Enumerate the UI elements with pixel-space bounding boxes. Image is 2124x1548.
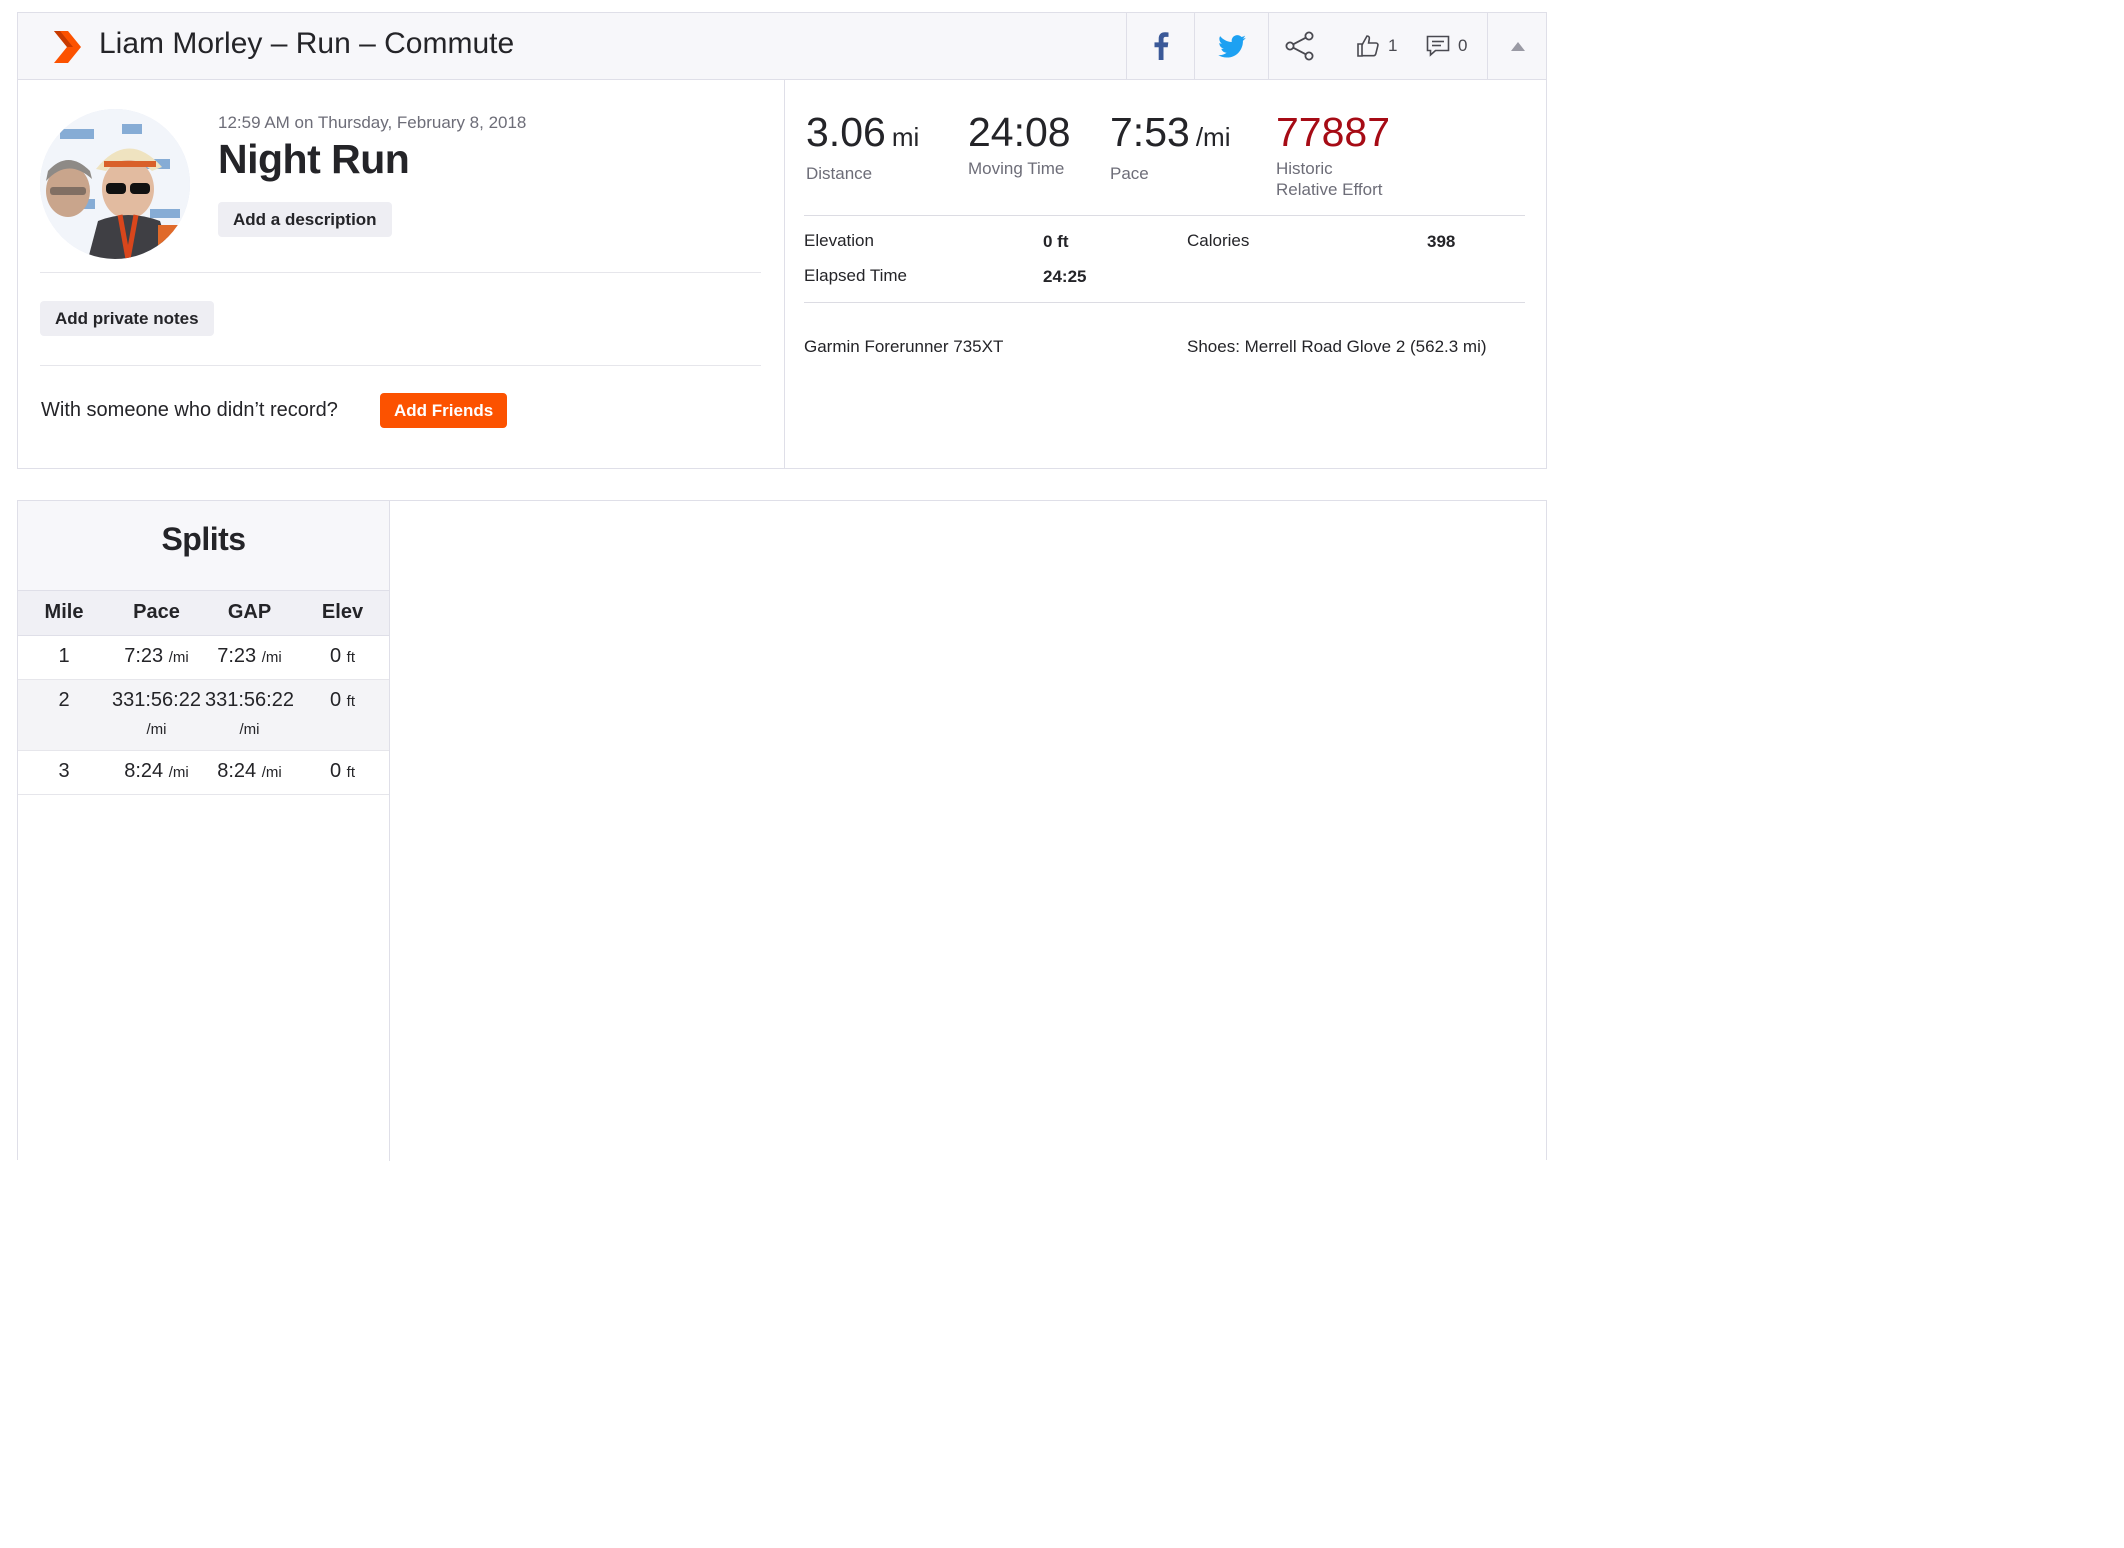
split-pace-value: 331:56:22 <box>112 689 201 711</box>
split-gap: 331:56:22/mi <box>203 686 296 744</box>
caret-up-icon <box>1510 41 1525 51</box>
facebook-share-button[interactable] <box>1126 13 1194 79</box>
collapse-button[interactable] <box>1487 13 1547 79</box>
twitter-share-button[interactable] <box>1194 13 1268 79</box>
comment-icon <box>1426 35 1450 57</box>
relative-effort-label-line2: Relative Effort <box>1276 180 1383 199</box>
shoes-info[interactable]: Shoes: Merrell Road Glove 2 (562.3 mi) <box>1187 337 1487 357</box>
stat-moving-time: 24:08 Moving Time <box>968 109 1071 179</box>
split-elev-value: 0 <box>329 760 342 782</box>
pace-label: Pace <box>1110 164 1149 183</box>
split-elev-value: 0 <box>329 689 342 711</box>
split-pace-unit: /mi <box>168 764 189 781</box>
comments-count: 0 <box>1458 36 1468 55</box>
with-someone-text: With someone who didn’t record? <box>41 399 338 421</box>
header-gap: GAP <box>227 601 272 623</box>
kudos-button[interactable]: 1 <box>1356 13 1397 79</box>
stat-distance: 3.06 mi Distance <box>806 109 919 184</box>
split-row[interactable]: 3 8:24 /mi 8:24 /mi 0 ft <box>18 751 389 795</box>
stat-pace: 7:53/mi Pace <box>1110 109 1230 184</box>
splits-table: Splits Mile Pace GAP Elev 1 7:23 /mi 7:2… <box>18 501 390 1161</box>
split-elev: 0 ft <box>296 686 389 716</box>
split-elev-unit: ft <box>346 649 356 666</box>
header-elev: Elev <box>321 601 364 623</box>
avatar-photo <box>40 109 190 259</box>
header-title: Liam Morley – Run – Commute <box>99 27 515 60</box>
distance-label: Distance <box>806 164 873 183</box>
split-elev-value: 0 <box>329 645 342 667</box>
athlete-avatar[interactable] <box>40 109 190 259</box>
split-gap: 8:24 /mi <box>203 757 296 787</box>
split-pace-value: 8:24 <box>124 760 164 782</box>
activity-summary-panel: Liam Morley – Run – Commute 1 0 12:59 AM… <box>17 12 1547 469</box>
split-mile: 1 <box>58 645 70 667</box>
split-pace: 331:56:22/mi <box>110 686 203 744</box>
split-gap-value: 7:23 <box>217 645 257 667</box>
split-elev-unit: ft <box>346 693 356 710</box>
header-mile: Mile <box>44 601 84 623</box>
divider <box>804 215 1525 216</box>
thumbs-up-icon <box>1357 35 1379 57</box>
add-description-button[interactable]: Add a description <box>218 202 392 237</box>
split-gap-value: 331:56:22 <box>205 689 294 711</box>
distance-value: 3.06 <box>806 109 886 155</box>
split-mile: 2 <box>58 689 70 711</box>
share-icon <box>1285 31 1313 61</box>
analysis-panel: Splits Mile Pace GAP Elev 1 7:23 /mi 7:2… <box>17 500 1547 1161</box>
comments-button[interactable]: 0 <box>1426 13 1467 79</box>
calories-value: 398 <box>1427 232 1456 251</box>
elevation-value: 0 ft <box>1043 232 1069 251</box>
activity-date: 12:59 AM on Thursday, February 8, 2018 <box>218 113 527 132</box>
splits-title-bar: Splits <box>18 501 389 591</box>
split-row[interactable]: 1 7:23 /mi 7:23 /mi 0 ft <box>18 636 389 680</box>
header-pace: Pace <box>133 601 180 623</box>
twitter-icon <box>1217 34 1246 58</box>
split-gap: 7:23 /mi <box>203 642 296 672</box>
kudos-count: 1 <box>1388 36 1398 55</box>
device-name: Garmin Forerunner 735XT <box>804 337 1004 356</box>
split-pace-unit: /mi <box>168 649 189 666</box>
distance-unit: mi <box>891 122 920 152</box>
share-button[interactable] <box>1268 13 1330 79</box>
split-elev: 0 ft <box>296 757 389 787</box>
elevation-label: Elevation <box>804 231 874 250</box>
splits-title: Splits <box>161 521 246 557</box>
split-gap-unit: /mi <box>261 764 282 781</box>
split-gap-value: 8:24 <box>217 760 257 782</box>
activity-name: Night Run <box>218 136 410 182</box>
split-pace: 8:24 /mi <box>110 757 203 787</box>
pace-unit: /mi <box>1195 122 1231 152</box>
stat-relative-effort[interactable]: 77887 Historic Relative Effort <box>1276 109 1390 200</box>
relative-effort-label: Historic Relative Effort <box>1276 158 1390 200</box>
divider <box>40 272 761 273</box>
split-gap-unit: /mi <box>261 649 282 666</box>
pace-value: 7:53 <box>1110 109 1190 155</box>
split-elev-unit: ft <box>346 764 356 781</box>
divider <box>40 365 761 366</box>
strava-chevron-icon <box>54 31 81 63</box>
split-pace-unit: /mi <box>146 721 167 738</box>
moving-time-value: 24:08 <box>968 109 1071 155</box>
divider <box>804 302 1525 303</box>
facebook-icon <box>1154 32 1168 60</box>
elapsed-time-label: Elapsed Time <box>804 266 907 285</box>
moving-time-label: Moving Time <box>968 159 1065 178</box>
relative-effort-label-line1: Historic <box>1276 159 1333 178</box>
split-elev: 0 ft <box>296 642 389 672</box>
calories-label: Calories <box>1187 231 1250 250</box>
split-pace-value: 7:23 <box>124 645 164 667</box>
activity-header: Liam Morley – Run – Commute 1 0 <box>18 13 1546 80</box>
activity-details: 12:59 AM on Thursday, February 8, 2018 N… <box>18 80 785 468</box>
elapsed-time-value: 24:25 <box>1043 267 1087 286</box>
split-gap-unit: /mi <box>239 721 260 738</box>
splits-header-row: Mile Pace GAP Elev <box>18 591 389 636</box>
add-friends-button[interactable]: Add Friends <box>380 393 508 428</box>
split-row[interactable]: 2 331:56:22/mi 331:56:22/mi 0 ft <box>18 680 389 751</box>
add-private-notes-button[interactable]: Add private notes <box>40 301 214 336</box>
split-pace: 7:23 /mi <box>110 642 203 672</box>
relative-effort-value: 77887 <box>1276 109 1391 155</box>
split-mile: 3 <box>58 760 70 782</box>
